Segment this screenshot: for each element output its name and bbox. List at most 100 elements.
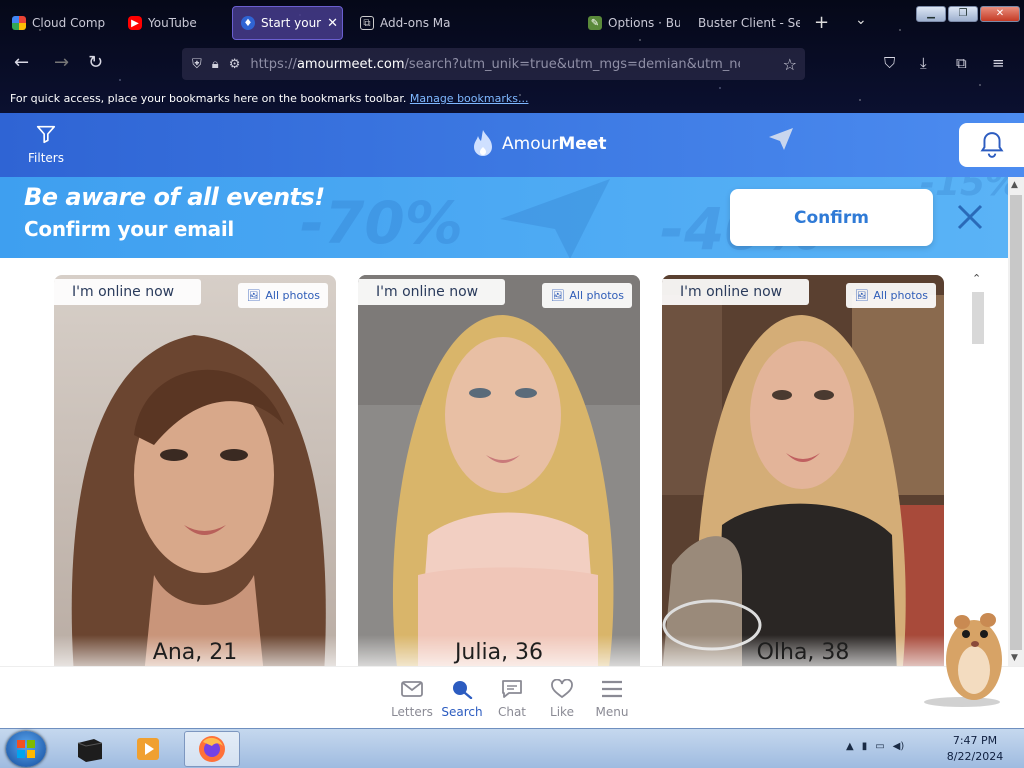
extensions-icon[interactable]: ⧉ <box>956 54 967 72</box>
online-badge: I'm online now <box>358 279 505 305</box>
close-window-button[interactable]: ✕ <box>980 6 1020 22</box>
start-button[interactable] <box>6 731 46 767</box>
profile-photo[interactable] <box>54 275 336 666</box>
all-photos-button[interactable]: 🖼︎ All photos <box>542 283 632 308</box>
new-tab-icon[interactable]: + <box>814 12 829 33</box>
network-icon[interactable]: ▮ <box>862 741 868 752</box>
scroll-down-icon[interactable]: ▼ <box>1011 653 1018 663</box>
image-icon: 🖼︎ <box>854 289 869 302</box>
amourmeet-icon: ♦ <box>241 16 255 30</box>
chat-icon <box>502 680 522 698</box>
restore-button[interactable]: ❐ <box>948 6 978 22</box>
envelope-icon <box>401 681 423 697</box>
show-hidden-icons-icon[interactable]: ▲ <box>846 741 854 752</box>
all-photos-button[interactable]: 🖼︎ All photos <box>238 283 328 308</box>
tab-list-chevron-icon[interactable]: ⌄ <box>855 12 867 28</box>
filters-button[interactable]: Filters <box>26 123 66 165</box>
media-player-icon <box>137 738 159 760</box>
banner-deco-discount: -15% <box>920 177 1008 204</box>
google-cloud-icon <box>12 16 26 30</box>
shield-icon[interactable]: ⛨ <box>192 57 202 72</box>
windows-logo-icon <box>17 740 35 758</box>
banner-plane-decoration-icon <box>500 179 610 258</box>
back-icon[interactable]: ← <box>14 52 29 73</box>
page-scrollbar[interactable]: ▲ ▼ <box>1008 177 1024 666</box>
reload-icon[interactable]: ↻ <box>88 52 103 73</box>
downloads-icon[interactable]: ⤓ <box>920 54 927 72</box>
windows-taskbar: ▲ ▮ ▭ ◀) 7:47 PM 8/22/2024 <box>0 728 1024 768</box>
browser-chrome: Cloud Comp ▶ YouTube ♦ Start your ✕ ⧉ Ad… <box>0 0 1024 113</box>
online-badge: I'm online now <box>54 279 201 305</box>
grid-scrollbar[interactable]: ⌃ <box>970 272 986 658</box>
taskbar-app-media-player[interactable] <box>120 731 176 767</box>
online-badge: I'm online now <box>662 279 809 305</box>
manage-bookmarks-link[interactable]: Manage bookmarks... <box>410 92 529 105</box>
hamster-sticker-icon <box>924 613 1002 707</box>
scroll-up-icon[interactable]: ▲ <box>1011 180 1018 190</box>
window-controls: ▁ ❐ ✕ <box>916 6 1020 22</box>
notifications-button[interactable] <box>959 123 1024 167</box>
terminal-app-icon <box>77 739 103 762</box>
tab-youtube[interactable]: ▶ YouTube <box>120 6 230 40</box>
banner-subline: Confirm your email <box>24 217 234 241</box>
heart-icon <box>551 679 573 699</box>
search-icon <box>453 681 473 699</box>
profile-card[interactable]: I'm online now 🖼︎ All photos Ana, 21 <box>54 275 336 666</box>
all-photos-button[interactable]: 🖼︎ All photos <box>846 283 936 308</box>
tab-buster-client[interactable]: Buster Client - Se <box>690 6 800 40</box>
profile-card[interactable]: I'm online now 🖼︎ All photos Julia, 36 <box>358 275 640 666</box>
close-tab-icon[interactable]: ✕ <box>327 16 338 31</box>
nav-like[interactable]: Like <box>536 679 588 719</box>
banner-headline: Be aware of all events! <box>24 183 325 211</box>
image-icon: 🖼︎ <box>550 289 565 302</box>
profile-card[interactable]: I'm online now 🖼︎ All photos Olha, 38 <box>662 275 944 666</box>
url-bar[interactable]: ⛨ 🔒︎ ⚙ https://amourmeet.com/search?utm_… <box>182 48 805 80</box>
profile-name[interactable]: Olha, 38 <box>662 640 944 665</box>
tab-addons[interactable]: ⧉ Add-ons Ma <box>352 6 462 40</box>
profile-photo[interactable] <box>358 275 640 666</box>
minimize-button[interactable]: ▁ <box>916 6 946 22</box>
bottom-navigation: Letters Search Chat Like Menu <box>0 666 1024 728</box>
flame-logo-icon <box>474 130 492 156</box>
taskbar-app-firefox[interactable] <box>184 731 240 767</box>
tab-options-buster[interactable]: ✎ Options · Bu <box>580 6 680 40</box>
tab-cloud-compute[interactable]: Cloud Comp <box>4 6 114 40</box>
confirm-email-banner: -70% -40% -15% Be aware of all events! C… <box>0 177 1008 258</box>
pocket-icon[interactable]: ⛉ <box>884 54 895 72</box>
profile-name[interactable]: Ana, 21 <box>54 640 336 665</box>
profile-name[interactable]: Julia, 36 <box>358 640 640 665</box>
profile-grid: I'm online now 🖼︎ All photos Ana, 21 I'm… <box>0 258 1008 666</box>
logo-text: AmourMeet <box>502 134 607 154</box>
bookmark-star-icon[interactable]: ☆ <box>783 55 797 74</box>
filter-icon <box>36 125 56 144</box>
nav-chat[interactable]: Chat <box>486 679 538 719</box>
page-scrollbar-thumb[interactable] <box>1010 195 1022 650</box>
url-text: https://amourmeet.com/search?utm_unik=tr… <box>250 56 741 72</box>
volume-icon[interactable]: ◀) <box>893 741 905 752</box>
chevron-up-icon[interactable]: ⌃ <box>972 272 981 285</box>
bookmarks-toolbar: For quick access, place your bookmarks h… <box>10 92 529 105</box>
grid-scrollbar-thumb[interactable] <box>972 292 984 344</box>
lock-icon[interactable]: 🔒︎ <box>212 57 219 72</box>
nav-menu[interactable]: Menu <box>586 679 638 719</box>
profile-photo[interactable] <box>662 275 944 666</box>
amourmeet-logo[interactable]: AmourMeet <box>472 129 606 159</box>
taskbar-app-terminal[interactable] <box>62 731 118 767</box>
system-tray: ▲ ▮ ▭ ◀) <box>846 741 904 752</box>
site-header: Filters AmourMeet <box>0 113 1024 177</box>
app-menu-icon[interactable]: ≡ <box>992 54 1005 72</box>
forward-icon[interactable]: → <box>54 52 69 73</box>
tab-start-your[interactable]: ♦ Start your ✕ <box>232 6 343 40</box>
nav-letters[interactable]: Letters <box>386 679 438 719</box>
paper-plane-icon <box>769 128 793 150</box>
display-icon[interactable]: ▭ <box>875 741 884 752</box>
permissions-icon[interactable]: ⚙ <box>229 57 241 72</box>
firefox-icon <box>199 736 225 762</box>
nav-search[interactable]: Search <box>436 679 488 719</box>
image-icon: 🖼︎ <box>246 289 261 302</box>
system-clock[interactable]: 7:47 PM 8/22/2024 <box>940 733 1010 765</box>
tab-bar: Cloud Comp ▶ YouTube ♦ Start your ✕ ⧉ Ad… <box>0 4 1024 40</box>
confirm-button[interactable]: Confirm <box>730 189 933 246</box>
close-icon[interactable] <box>955 202 985 232</box>
youtube-icon: ▶ <box>128 16 142 30</box>
